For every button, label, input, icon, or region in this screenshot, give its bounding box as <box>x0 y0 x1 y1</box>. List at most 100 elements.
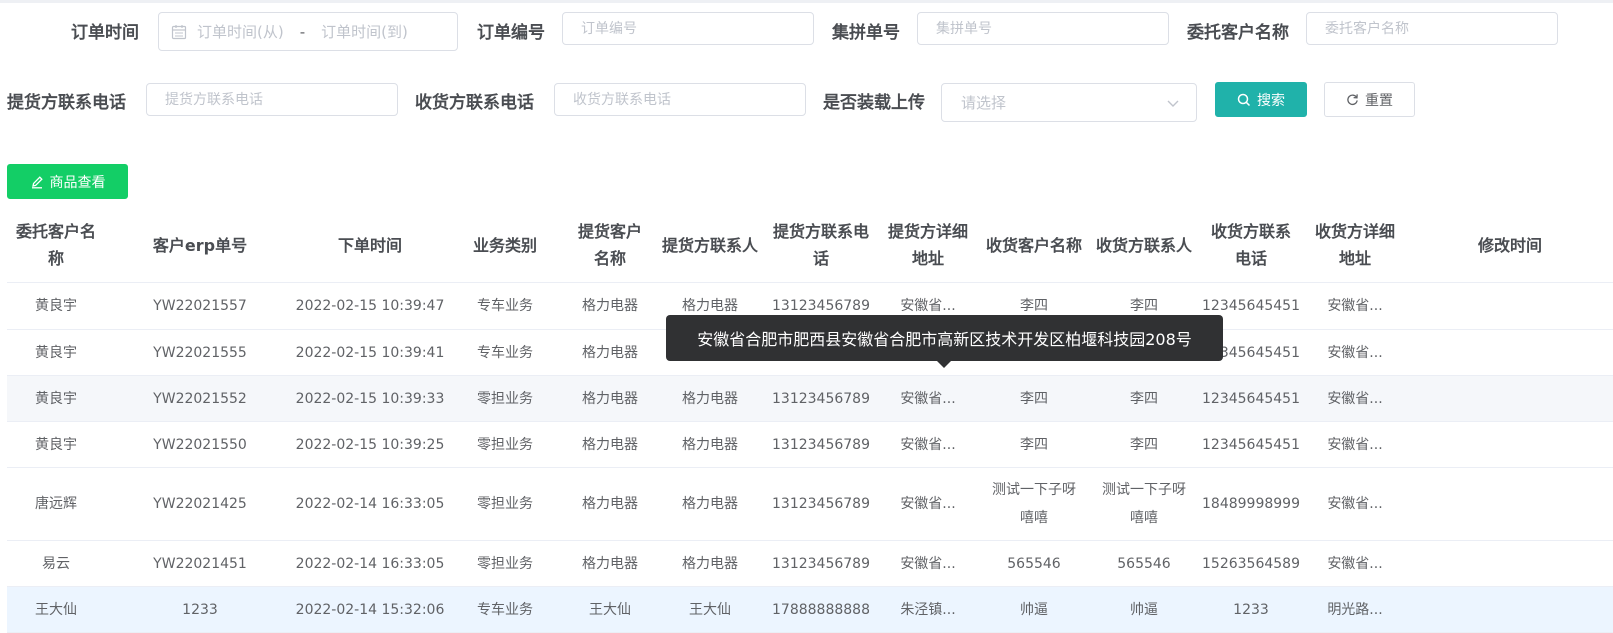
table-cell: 安徽省... <box>1327 496 1383 512</box>
table-cell: 李四 <box>1020 436 1048 453</box>
order-time-range-picker[interactable]: 订单时间(从) - 订单时间(到) <box>158 12 458 51</box>
table-row[interactable]: 黄良宇 YW22021550 2022-02-15 10:39:25 零担业务 格力电器… <box>7 422 1613 468</box>
table-cell: 安徽省... <box>900 436 956 453</box>
goods-view-button[interactable]: 商品查看 <box>7 164 128 199</box>
table-cell <box>1407 587 1613 632</box>
table-row[interactable]: 易云 YW22021451 2022-02-14 16:33:05 零担业务 格力电器 格… <box>7 541 1613 587</box>
table-cell: 王大仙 <box>35 601 77 618</box>
loaded-upload-placeholder: 请选择 <box>961 94 1007 112</box>
table-cell: 安徽省... <box>1327 555 1383 572</box>
pickup-phone-input[interactable] <box>146 83 398 116</box>
table-cell: YW22021557 <box>153 298 247 314</box>
table-row[interactable]: 唐远辉 YW22021425 2022-02-14 16:33:05 零担业务 格力电器… <box>7 468 1613 541</box>
reset-button[interactable]: 重置 <box>1324 82 1415 117</box>
table-header: 委托客户名称 客户erp单号 下单时间 业务类别 提货客户名称 提货方联系人 提货方联系电话… <box>7 208 1613 283</box>
tooltip-text: 安徽省合肥市肥西县安徽省合肥市高新区技术开发区柏堰科技园208号 <box>697 330 1192 349</box>
table-cell: 565546 <box>1117 555 1171 572</box>
table-cell: 朱泾镇... <box>900 601 956 618</box>
table-row[interactable]: 黄良宇 YW22021552 2022-02-15 10:39:33 零担业务 格力电器… <box>7 376 1613 422</box>
column-header: 提货方详细地址 <box>887 222 968 268</box>
range-separator: - <box>299 22 306 41</box>
table-cell: 安徽省... <box>1327 436 1383 453</box>
table-cell <box>1407 468 1613 540</box>
table-cell: 2022-02-14 16:33:05 <box>295 496 445 512</box>
receiver-phone-input[interactable] <box>554 83 806 116</box>
table-cell: 黄良宇 <box>35 390 77 407</box>
table-cell: 565546 <box>1007 555 1061 572</box>
table-cell: 明光路... <box>1327 601 1383 618</box>
calendar-icon <box>171 24 187 39</box>
table-cell <box>1407 376 1613 421</box>
pickup-phone-label: 提货方联系电话 <box>7 93 126 113</box>
table-cell: 帅逼 <box>1020 601 1048 618</box>
table-cell: 1233 <box>1233 601 1269 618</box>
column-header: 收货方联系电话 <box>1210 222 1291 268</box>
loaded-upload-label: 是否装载上传 <box>823 93 925 113</box>
filter-form: 订单时间 订单时间(从) - 订单时间(到) 订单编号 集拼单号 委托客户名称 … <box>0 0 1613 150</box>
group-no-input[interactable] <box>917 12 1169 45</box>
table-cell: 1233 <box>182 601 218 618</box>
table-cell: 零担业务 <box>477 436 533 453</box>
column-header: 收货方详细地址 <box>1314 222 1395 268</box>
table-cell: 12345645451 <box>1202 390 1300 407</box>
table-row[interactable]: 王大仙 1233 2022-02-14 15:32:06 专车业务 王大仙 王大仙 1788… <box>7 587 1613 633</box>
table-cell: 安徽省... <box>1327 344 1383 361</box>
table-cell: 格力电器 <box>682 496 738 512</box>
table-cell: 15263564589 <box>1202 555 1300 572</box>
table-cell: 易云 <box>42 555 70 572</box>
table-cell: 格力电器 <box>682 390 738 407</box>
table-cell <box>1407 330 1613 375</box>
loaded-upload-select[interactable]: 请选择 <box>941 83 1197 122</box>
table-cell <box>1407 283 1613 329</box>
refresh-icon <box>1347 94 1358 106</box>
table-cell: 零担业务 <box>477 555 533 572</box>
table-cell: YW22021555 <box>153 344 247 361</box>
column-header: 下单时间 <box>337 235 402 255</box>
column-header: 业务类别 <box>472 235 537 255</box>
table-cell: 测试一下子呀嘻嘻 <box>1102 482 1186 526</box>
table-cell: 零担业务 <box>477 390 533 407</box>
table-cell: 专车业务 <box>477 601 533 618</box>
table-cell: 13123456789 <box>772 436 870 453</box>
client-name-input[interactable] <box>1306 12 1558 45</box>
table-cell: 李四 <box>1130 436 1158 453</box>
table-cell: 18489998999 <box>1202 496 1300 512</box>
column-header: 修改时间 <box>1477 235 1542 255</box>
table-cell: YW22021552 <box>153 390 247 407</box>
table-cell: 李四 <box>1020 390 1048 407</box>
search-button[interactable]: 搜索 <box>1215 82 1307 117</box>
table-cell: 测试一下子呀嘻嘻 <box>992 482 1076 526</box>
table-cell: 王大仙 <box>689 601 731 618</box>
table-cell: 13123456789 <box>772 555 870 572</box>
order-time-from-input[interactable]: 订单时间(从) <box>197 21 284 42</box>
table-cell: 2022-02-14 15:32:06 <box>295 601 445 618</box>
order-no-label: 订单编号 <box>477 23 545 43</box>
table-cell: 2022-02-14 16:33:05 <box>295 555 445 572</box>
orders-table: 委托客户名称 客户erp单号 下单时间 业务类别 提货客户名称 提货方联系人 提货方联系电话… <box>7 208 1613 633</box>
table-cell: 格力电器 <box>682 555 738 572</box>
table-cell: 专车业务 <box>477 344 533 361</box>
order-time-to-input[interactable]: 订单时间(到) <box>321 21 408 42</box>
table-cell: 安徽省... <box>1327 390 1383 407</box>
table-cell: 13123456789 <box>772 496 870 512</box>
table-cell: 2022-02-15 10:39:47 <box>295 298 445 314</box>
table-cell: 格力电器 <box>582 390 638 407</box>
table-cell <box>1407 541 1613 586</box>
table-cell: 王大仙 <box>589 601 631 618</box>
table-cell: 黄良宇 <box>35 298 77 314</box>
table-cell: 唐远辉 <box>35 496 77 512</box>
column-header: 提货方联系电话 <box>772 222 869 268</box>
table-cell: YW22021451 <box>153 555 247 572</box>
address-tooltip: 安徽省合肥市肥西县安徽省合肥市高新区技术开发区柏堰科技园208号 <box>666 315 1223 361</box>
column-header: 客户erp单号 <box>152 235 248 255</box>
order-no-input[interactable] <box>562 12 814 45</box>
table-cell: 格力电器 <box>582 344 638 361</box>
table-cell <box>1407 422 1613 467</box>
table-cell: 格力电器 <box>682 436 738 453</box>
table-cell: 12345645451 <box>1202 436 1300 453</box>
goods-view-label: 商品查看 <box>49 174 106 191</box>
chevron-down-icon <box>1167 100 1179 107</box>
table-cell: 安徽省... <box>900 496 956 512</box>
table-cell: 格力电器 <box>582 298 638 314</box>
table-cell: 黄良宇 <box>35 344 77 361</box>
